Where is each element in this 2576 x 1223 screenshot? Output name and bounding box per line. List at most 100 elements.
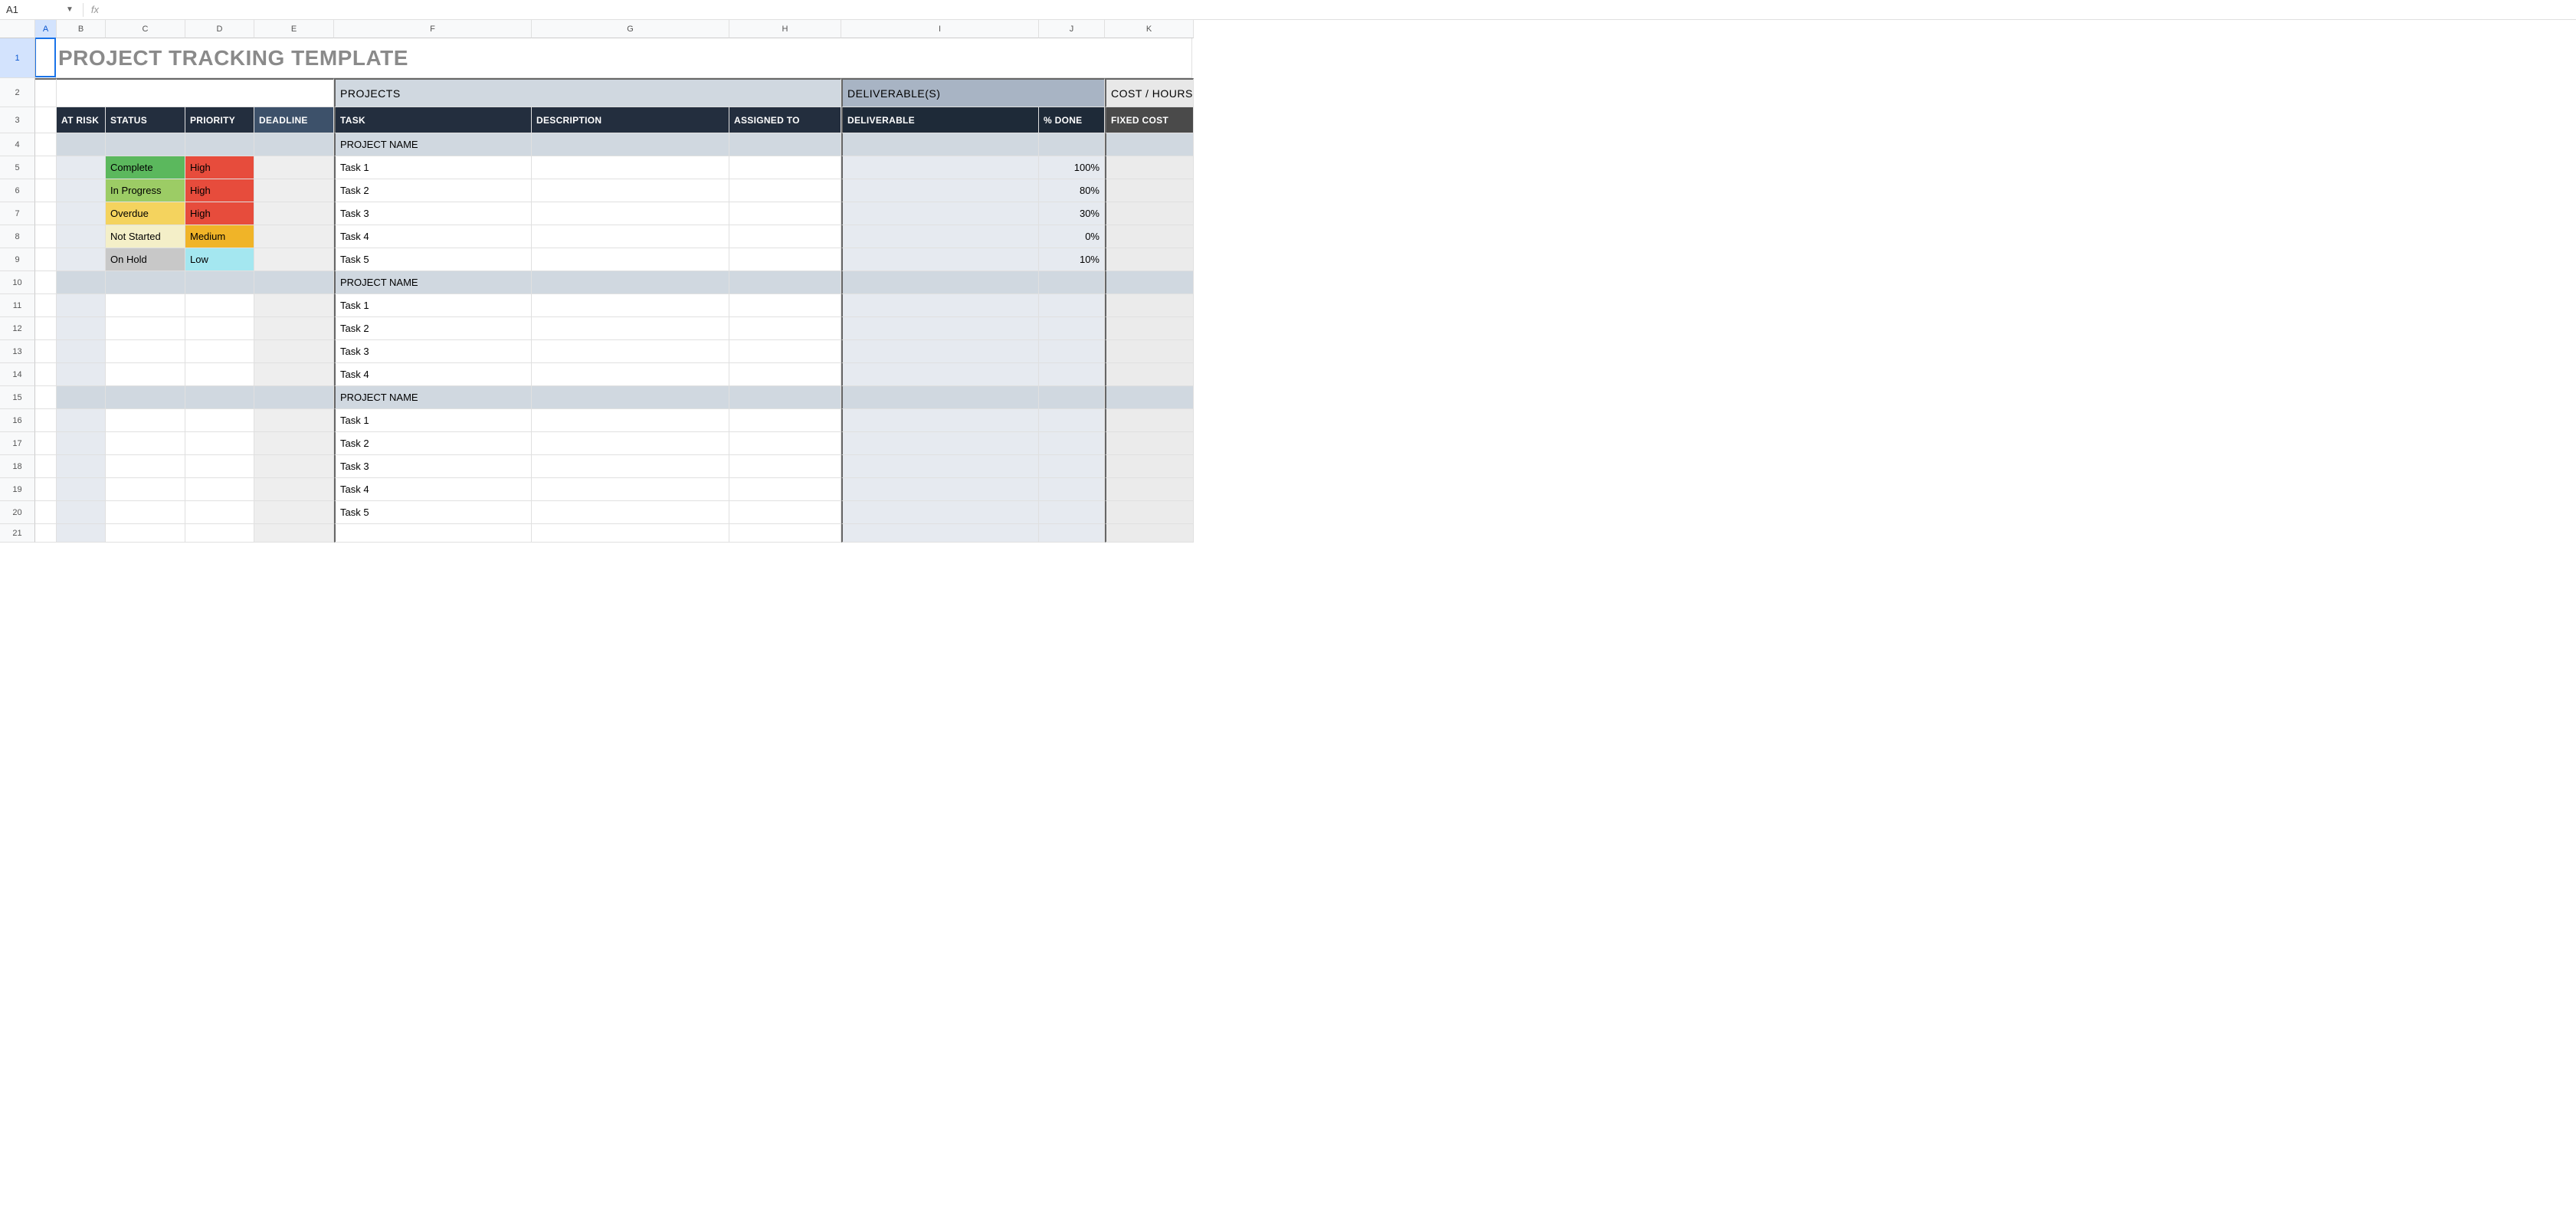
cell-assignedto[interactable]	[729, 501, 841, 524]
cell-status[interactable]	[106, 478, 185, 501]
cell-status[interactable]	[106, 455, 185, 478]
cell-priority[interactable]	[185, 409, 254, 432]
cell[interactable]	[35, 107, 57, 133]
cell-priority[interactable]	[185, 478, 254, 501]
cell-fixedcost[interactable]	[1105, 317, 1194, 340]
cell-assignedto[interactable]	[729, 294, 841, 317]
section-deliverables[interactable]: DELIVERABLE(S)	[841, 78, 1105, 107]
row-header-8[interactable]: 8	[0, 225, 35, 248]
cell[interactable]	[185, 133, 254, 156]
cell-fixedcost[interactable]	[1105, 225, 1194, 248]
cell[interactable]	[35, 363, 57, 386]
cell-status[interactable]	[106, 340, 185, 363]
column-header-b[interactable]: B	[57, 20, 106, 38]
cell-deliverable[interactable]	[841, 501, 1039, 524]
cell[interactable]	[1105, 271, 1194, 294]
header-deliverable[interactable]: DELIVERABLE	[841, 107, 1039, 133]
cell[interactable]	[185, 386, 254, 409]
column-header-e[interactable]: E	[254, 20, 334, 38]
cell-priority[interactable]	[185, 340, 254, 363]
cell-pctdone[interactable]: 100%	[1039, 156, 1105, 179]
cell[interactable]	[254, 524, 334, 543]
row-header-12[interactable]: 12	[0, 317, 35, 340]
header-status[interactable]: STATUS	[106, 107, 185, 133]
cell[interactable]	[35, 156, 57, 179]
cell[interactable]	[254, 133, 334, 156]
cell-task[interactable]: Task 1	[334, 409, 532, 432]
cell-task[interactable]: Task 4	[334, 225, 532, 248]
cell-fixedcost[interactable]	[1105, 478, 1194, 501]
cell-fixedcost[interactable]	[1105, 179, 1194, 202]
header-assignedto[interactable]: ASSIGNED TO	[729, 107, 841, 133]
cell-description[interactable]	[532, 340, 729, 363]
cell-deliverable[interactable]	[841, 409, 1039, 432]
cell[interactable]	[35, 179, 57, 202]
cell-description[interactable]	[532, 478, 729, 501]
cell-pctdone[interactable]	[1039, 294, 1105, 317]
cell[interactable]	[532, 524, 729, 543]
cell-pctdone[interactable]	[1039, 317, 1105, 340]
cell[interactable]	[532, 271, 729, 294]
cell-status[interactable]	[106, 501, 185, 524]
cell[interactable]	[35, 501, 57, 524]
cell-fixedcost[interactable]	[1105, 248, 1194, 271]
cell-deliverable[interactable]	[841, 455, 1039, 478]
row-header-17[interactable]: 17	[0, 432, 35, 455]
cell[interactable]	[35, 225, 57, 248]
column-header-d[interactable]: D	[185, 20, 254, 38]
cell[interactable]	[106, 133, 185, 156]
cell-fixedcost[interactable]	[1105, 294, 1194, 317]
cell-task[interactable]: Task 4	[334, 478, 532, 501]
cell-task[interactable]: Task 1	[334, 156, 532, 179]
cell-assignedto[interactable]	[729, 317, 841, 340]
cell[interactable]	[35, 455, 57, 478]
cell-pctdone[interactable]	[1039, 432, 1105, 455]
cell-priority[interactable]	[185, 363, 254, 386]
column-header-h[interactable]: H	[729, 20, 841, 38]
row-header-18[interactable]: 18	[0, 455, 35, 478]
cell-fixedcost[interactable]	[1105, 340, 1194, 363]
cell[interactable]	[35, 202, 57, 225]
cell-status[interactable]	[106, 432, 185, 455]
cell-assignedto[interactable]	[729, 202, 841, 225]
row-header-13[interactable]: 13	[0, 340, 35, 363]
row-header-10[interactable]: 10	[0, 271, 35, 294]
header-pctdone[interactable]: % DONE	[1039, 107, 1105, 133]
cell[interactable]	[35, 432, 57, 455]
row-header-7[interactable]: 7	[0, 202, 35, 225]
cell-status[interactable]	[106, 294, 185, 317]
cell-assignedto[interactable]	[729, 409, 841, 432]
cell-priority[interactable]	[185, 294, 254, 317]
column-header-j[interactable]: J	[1039, 20, 1105, 38]
cell-priority[interactable]	[185, 317, 254, 340]
cell-priority[interactable]: High	[185, 156, 254, 179]
cell[interactable]	[35, 78, 57, 107]
header-fixedcost[interactable]: FIXED COST	[1105, 107, 1194, 133]
cell-description[interactable]	[532, 363, 729, 386]
cell[interactable]	[841, 386, 1039, 409]
cell-task[interactable]: Task 2	[334, 317, 532, 340]
cell-fixedcost[interactable]	[1105, 156, 1194, 179]
cell[interactable]	[35, 248, 57, 271]
cell-status[interactable]: On Hold	[106, 248, 185, 271]
column-header-f[interactable]: F	[334, 20, 532, 38]
row-header-16[interactable]: 16	[0, 409, 35, 432]
cell[interactable]	[35, 409, 57, 432]
cell-deliverable[interactable]	[841, 294, 1039, 317]
cell-description[interactable]	[532, 294, 729, 317]
cell-deadline[interactable]	[254, 156, 334, 179]
cell-description[interactable]	[532, 432, 729, 455]
cell-atrisk[interactable]	[57, 409, 106, 432]
cell[interactable]	[532, 386, 729, 409]
cell-deadline[interactable]	[254, 409, 334, 432]
cell[interactable]	[35, 386, 57, 409]
cell[interactable]	[841, 524, 1039, 543]
cell-assignedto[interactable]	[729, 225, 841, 248]
cell[interactable]	[334, 524, 532, 543]
cell-deadline[interactable]	[254, 317, 334, 340]
row-header-6[interactable]: 6	[0, 179, 35, 202]
cell[interactable]	[106, 271, 185, 294]
cell-pctdone[interactable]: 80%	[1039, 179, 1105, 202]
row-header-4[interactable]: 4	[0, 133, 35, 156]
cell[interactable]	[1039, 133, 1105, 156]
